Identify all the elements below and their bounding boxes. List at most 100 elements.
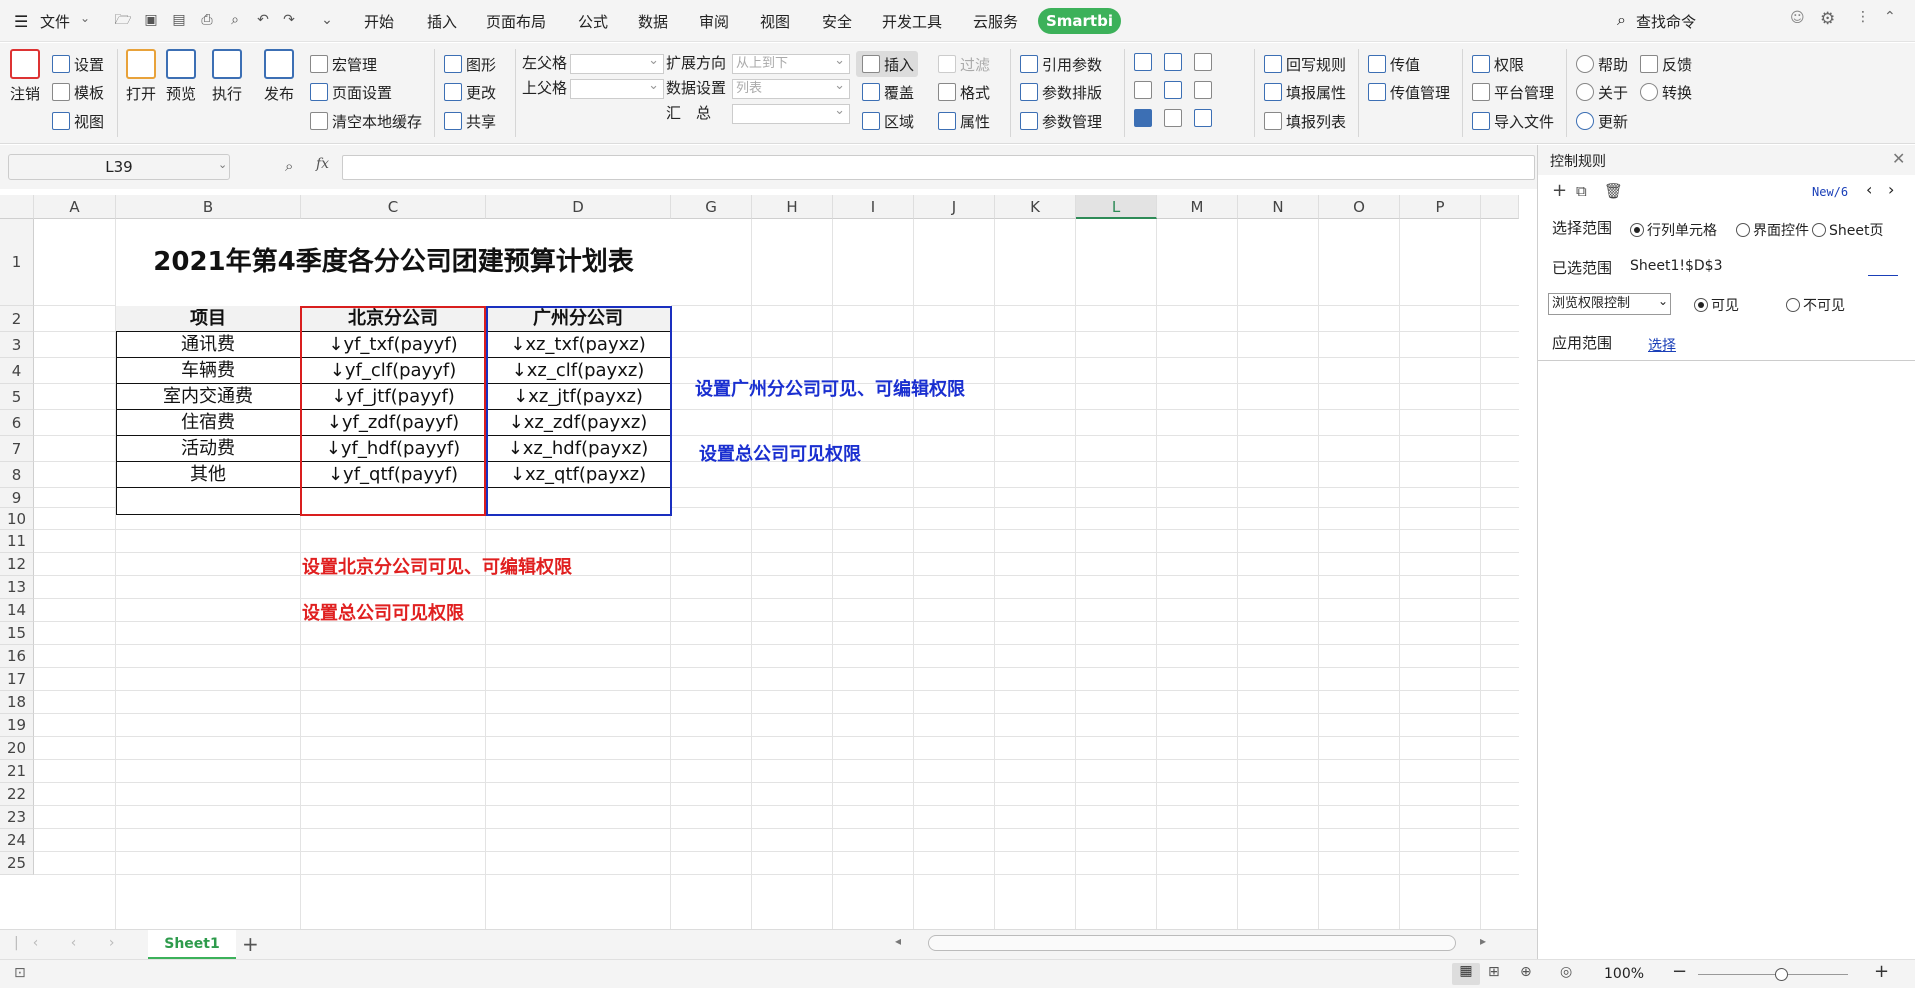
more-icon[interactable]: ⋮ xyxy=(1856,9,1870,25)
fx-icon[interactable]: fx xyxy=(316,156,329,172)
table-item-cell[interactable]: 车辆费 xyxy=(116,358,301,384)
cover-button[interactable]: 覆盖 xyxy=(862,83,914,103)
row-header-9[interactable]: 9 xyxy=(0,488,34,508)
note-guangzhou-edit[interactable]: 设置广州分公司可见、可编辑权限 xyxy=(695,375,965,401)
param-manage-button[interactable]: 参数管理 xyxy=(1020,112,1102,132)
row-header-8[interactable]: 8 xyxy=(0,462,34,488)
update-button[interactable]: 更新 xyxy=(1576,112,1628,132)
zoom-slider-thumb[interactable] xyxy=(1775,968,1788,981)
pass-value-manage-button[interactable]: 传值管理 xyxy=(1368,83,1450,103)
col-header-c[interactable]: C xyxy=(301,195,486,219)
page-break-view-icon[interactable]: ⊞ xyxy=(1488,964,1500,980)
pass-value-button[interactable]: 传值 xyxy=(1368,55,1420,75)
radio-row-col[interactable]: 行列单元格 xyxy=(1630,220,1717,240)
row-header-7[interactable]: 7 xyxy=(0,436,34,462)
zoom-slider-track[interactable] xyxy=(1698,974,1848,975)
zoom-in-icon[interactable]: + xyxy=(1874,961,1889,982)
fill-list-button[interactable]: 填报列表 xyxy=(1264,112,1346,132)
image-control-icon[interactable] xyxy=(1194,81,1212,99)
help-button[interactable]: 帮助 xyxy=(1576,55,1628,75)
sheet-tab-sheet1[interactable]: Sheet1 xyxy=(148,930,236,959)
row-header-19[interactable]: 19 xyxy=(0,714,34,737)
col-header-i[interactable]: I xyxy=(833,195,914,219)
date-control-icon[interactable] xyxy=(1164,81,1182,99)
preview-button[interactable]: 预览 xyxy=(164,49,198,104)
col-header-p[interactable]: P xyxy=(1400,195,1481,219)
row-header-23[interactable]: 23 xyxy=(0,806,34,829)
import-file-button[interactable]: 导入文件 xyxy=(1472,112,1554,132)
copy-rule-icon[interactable]: ⧉ xyxy=(1576,182,1587,200)
add-sheet-icon[interactable]: + xyxy=(242,932,259,956)
ref-param-button[interactable]: 引用参数 xyxy=(1020,55,1102,75)
attribute-button[interactable]: 属性 xyxy=(938,112,990,132)
row-header-14[interactable]: 14 xyxy=(0,599,34,622)
view-button[interactable]: 视图 xyxy=(52,112,104,132)
macro-button[interactable]: 宏管理 xyxy=(310,55,377,75)
row-header-16[interactable]: 16 xyxy=(0,645,34,668)
row-header-4[interactable]: 4 xyxy=(0,358,34,384)
row-header-12[interactable]: 12 xyxy=(0,553,34,576)
delete-rule-icon[interactable]: 🗑 xyxy=(1604,182,1623,200)
summary-select[interactable] xyxy=(732,102,850,124)
convert-button[interactable]: 转换 xyxy=(1640,83,1692,103)
param-layout-button[interactable]: 参数排版 xyxy=(1020,83,1102,103)
edit-range-link[interactable] xyxy=(1868,275,1898,276)
gear-icon[interactable]: ⚙ xyxy=(1820,9,1835,29)
note-guangzhou-hq[interactable]: 设置总公司可见权限 xyxy=(699,440,861,466)
redo-icon[interactable]: ↷ xyxy=(280,11,298,29)
search-icon[interactable]: ⌕ xyxy=(1617,10,1626,30)
normal-view-icon[interactable]: ▦ xyxy=(1452,963,1480,985)
left-parent-select[interactable] xyxy=(570,52,664,74)
col-header-a[interactable]: A xyxy=(34,195,116,219)
tab-view[interactable]: 视图 xyxy=(760,11,790,32)
control-type-select[interactable]: 浏览权限控制 xyxy=(1548,293,1671,315)
chevron-down-icon[interactable]: ⌄ xyxy=(218,158,227,171)
col-header-j[interactable]: J xyxy=(914,195,995,219)
table-item-cell[interactable]: 活动费 xyxy=(116,436,301,462)
print-icon[interactable]: ⎙ xyxy=(198,11,216,29)
hamburger-icon[interactable]: ☰ xyxy=(14,12,28,31)
chevron-down-icon[interactable]: ⌄ xyxy=(80,11,90,25)
row-header-24[interactable]: 24 xyxy=(0,829,34,852)
row-header-18[interactable]: 18 xyxy=(0,691,34,714)
row-header-20[interactable]: 20 xyxy=(0,737,34,760)
settings-button[interactable]: 设置 xyxy=(52,55,104,75)
chat-icon[interactable]: ☺ xyxy=(1790,10,1805,26)
tab-cloud[interactable]: 云服务 xyxy=(973,11,1018,32)
table-item-cell[interactable]: 其他 xyxy=(116,462,301,488)
tab-home[interactable]: 开始 xyxy=(364,11,394,32)
scroll-right-icon[interactable]: ▸ xyxy=(1480,934,1486,948)
tab-data[interactable]: 数据 xyxy=(638,11,668,32)
row-header-1[interactable]: 1 xyxy=(0,219,34,306)
combo-control-icon[interactable] xyxy=(1134,53,1152,71)
row-header-10[interactable]: 10 xyxy=(0,508,34,530)
list-control-icon[interactable] xyxy=(1194,53,1212,71)
radio-invisible[interactable]: 不可见 xyxy=(1786,295,1845,315)
page-setup-button[interactable]: 页面设置 xyxy=(310,83,392,103)
table-item-cell[interactable]: 住宿费 xyxy=(116,410,301,436)
format-button[interactable]: 格式 xyxy=(938,83,990,103)
filter-button[interactable]: 过滤 xyxy=(938,55,990,75)
tab-security[interactable]: 安全 xyxy=(822,11,852,32)
name-box[interactable]: L39 xyxy=(8,154,230,180)
platform-manage-button[interactable]: 平台管理 xyxy=(1472,83,1554,103)
button-control-icon[interactable] xyxy=(1194,109,1212,127)
checkbox-control-icon[interactable] xyxy=(1134,109,1152,127)
zoom-search-icon[interactable]: ⌕ xyxy=(285,157,293,175)
row-header-17[interactable]: 17 xyxy=(0,668,34,691)
row-header-2[interactable]: 2 xyxy=(0,306,34,332)
spreadsheet-grid[interactable]: A B C D G H I J K L M N O P 1 2 3 4 5 6 7 8 9 10 1… xyxy=(0,195,1519,929)
open-folder-icon[interactable]: 🗁 xyxy=(114,11,132,29)
tab-smartbi[interactable]: Smartbi xyxy=(1038,8,1121,34)
edit-control-icon[interactable] xyxy=(1164,109,1182,127)
radio-ui-control[interactable]: 界面控件 xyxy=(1736,220,1809,240)
area-button[interactable]: 区域 xyxy=(862,112,914,132)
change-button[interactable]: 更改 xyxy=(444,83,496,103)
radio-visible[interactable]: 可见 xyxy=(1694,295,1739,315)
writeback-rule-button[interactable]: 回写规则 xyxy=(1264,55,1346,75)
export-pdf-icon[interactable]: ▤ xyxy=(170,11,188,29)
permission-button[interactable]: 权限 xyxy=(1472,55,1524,75)
row-header-5[interactable]: 5 xyxy=(0,384,34,410)
data-setting-select[interactable]: 列表 xyxy=(732,77,850,99)
horizontal-scrollbar-thumb[interactable] xyxy=(928,935,1456,951)
